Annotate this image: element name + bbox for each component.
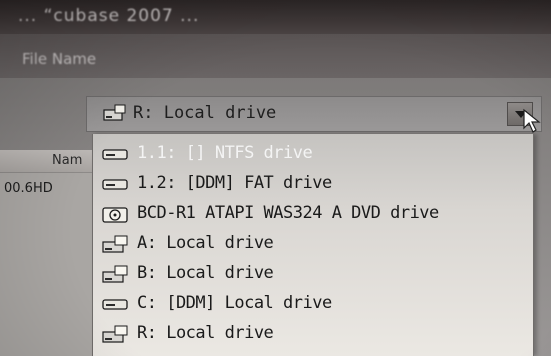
file-name-label: File Name	[22, 50, 97, 68]
column-name-label: Nam	[52, 153, 83, 168]
dropdown-item[interactable]: BCD-R1 ATAPI WAS324 A DVD drive	[93, 200, 533, 228]
dropdown-item[interactable]: 1.1: [] NTFS drive	[93, 140, 533, 168]
screen-photo: ... “cubase 2007 ... File Name Nam 00.6H…	[0, 0, 551, 356]
dropdown-item-label: B: Local drive	[137, 263, 274, 283]
window-title: ... “cubase 2007 ...	[18, 6, 200, 26]
dropdown-item-label: BCD-R1 ATAPI WAS324 A DVD drive	[137, 203, 439, 223]
menu-bar: File Name	[0, 34, 551, 78]
list-cell[interactable]: 00.6HD	[4, 181, 53, 196]
hard-drive-icon	[101, 294, 131, 318]
network-drive-icon	[101, 234, 131, 260]
dropdown-item-label: R: Local drive	[137, 323, 274, 343]
dropdown-item-label: 1.2: [DDM] FAT drive	[137, 173, 332, 193]
list-column-header[interactable]: Nam	[0, 150, 92, 173]
hard-drive-icon	[101, 174, 131, 198]
hard-drive-icon	[101, 144, 131, 168]
cd-drive-icon	[101, 204, 131, 230]
dropdown-item[interactable]: B: Local drive	[93, 260, 533, 288]
dropdown-item[interactable]: 1.2: [DDM] FAT drive	[93, 170, 533, 198]
dropdown-item[interactable]: C: [DDM] Local drive	[93, 290, 533, 318]
dropdown-item-label: C: [DDM] Local drive	[137, 293, 332, 313]
drive-dropdown-list[interactable]: 1.1: [] NTFS drive 1.2: [DDM] FAT drive …	[92, 134, 534, 356]
dropdown-item[interactable]: A: Local drive	[93, 230, 533, 258]
selected-drive: R: Local drive	[133, 103, 277, 123]
network-drive-icon	[103, 104, 127, 126]
network-drive-icon	[101, 324, 131, 350]
drive-select-combobox[interactable]: R: Local drive	[86, 96, 542, 132]
network-drive-icon	[101, 264, 131, 290]
dropdown-item[interactable]: R: Local drive	[93, 320, 533, 348]
dropdown-item-label: A: Local drive	[137, 233, 274, 253]
dropdown-item-label: 1.1: [] NTFS drive	[137, 143, 313, 163]
window-title-bar: ... “cubase 2007 ...	[0, 0, 551, 34]
